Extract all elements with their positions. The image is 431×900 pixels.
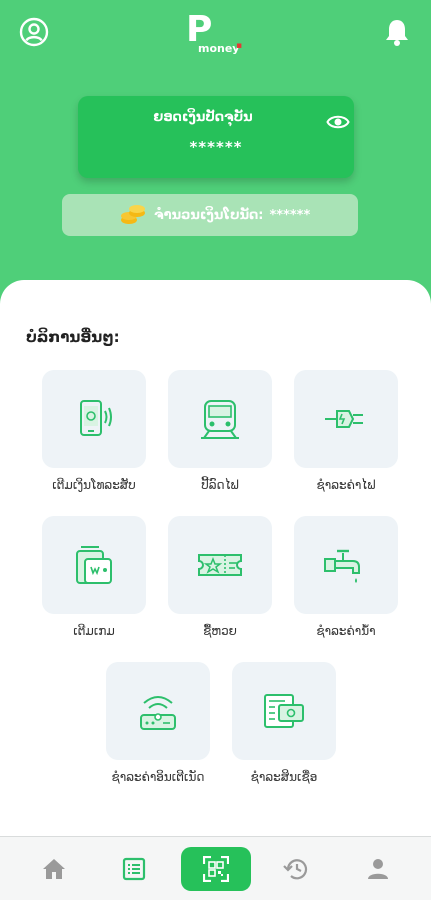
qr-scan-icon [203,856,229,882]
balance-label: ຍອດເງິນປັດຈຸບັນ [153,110,253,125]
bonus-bar: ຈໍານວນເງິນໂບນັດ: ****** [62,194,358,236]
bonus-label: ຈໍານວນເງິນໂບນັດ: [154,207,264,223]
service-tile[interactable] [294,370,398,468]
service-label: ເຕີມເງິນໂທລະສັບ [52,478,136,492]
train-icon [201,400,239,439]
service-tile[interactable] [232,662,336,760]
service-label: ຊໍາລະຄ່ານໍ້າ [316,624,376,638]
service-tile[interactable] [168,370,272,468]
service-train-ticket[interactable]: ປີ້ລົດໄຟ [168,370,272,492]
coin-icon [120,204,146,226]
service-tile[interactable] [294,516,398,614]
bonus-value: ****** [269,207,311,223]
bell-icon[interactable] [381,16,413,48]
service-electricity[interactable]: ຊໍາລະຄ່າໄຟ [294,370,398,492]
game-topup-icon [76,546,112,584]
service-tile[interactable] [106,662,210,760]
service-label: ຊໍາລະຄ່າອິນເຕີເນັດ [111,770,205,784]
service-internet[interactable]: ຊໍາລະຄ່າອິນເຕີເນັດ [106,662,210,784]
logo-mark-icon: ▪ [236,41,243,51]
loan-payment-icon [264,694,304,728]
balance-value: ****** [189,138,243,156]
service-label: ຊໍາລະຄ່າໄຟ [316,478,376,492]
service-label: ເຕີມເກມ [73,624,115,638]
phone-topup-icon [80,400,112,436]
service-loan[interactable]: ຊໍາລະສິນເຊື່ອ [232,662,336,784]
service-label: ປີ້ລົດໄຟ [201,478,239,492]
service-label: ຊໍາລະສິນເຊື່ອ [250,770,318,784]
list-icon[interactable] [120,855,148,883]
service-tile[interactable] [42,370,146,468]
service-label: ຊື້ຫວຍ [203,624,237,638]
bottom-nav [0,836,431,900]
service-tile[interactable] [168,516,272,614]
electric-plug-icon [325,410,363,428]
history-icon[interactable] [282,855,310,883]
user-icon[interactable] [364,855,392,883]
eye-icon[interactable] [326,112,350,132]
service-phone-topup[interactable]: ເຕີມເງິນໂທລະສັບ [42,370,146,492]
internet-router-icon [140,696,176,730]
services-panel: ບໍລິການອື່ນໆ: ເຕີມເງິນໂທລະສັບ ປີ້ລົດໄຟ ຊ… [0,280,431,836]
balance-card: ຍອດເງິນປັດຈຸບັນ ****** [78,96,354,178]
profile-icon[interactable] [18,16,50,48]
water-tap-icon [324,549,360,583]
service-tile[interactable] [42,516,146,614]
service-game-topup[interactable]: ເຕີມເກມ [42,516,146,638]
logo-text: money [198,42,240,55]
service-lottery[interactable]: ຊື້ຫວຍ [168,516,272,638]
pmoney-logo: P money ▪ [186,12,256,56]
services-title: ບໍລິການອື່ນໆ: [26,328,120,346]
service-water[interactable]: ຊໍາລະຄ່ານໍ້າ [294,516,398,638]
qr-scan-button[interactable] [181,847,251,891]
home-icon[interactable] [40,855,68,883]
lottery-ticket-icon [198,554,242,576]
